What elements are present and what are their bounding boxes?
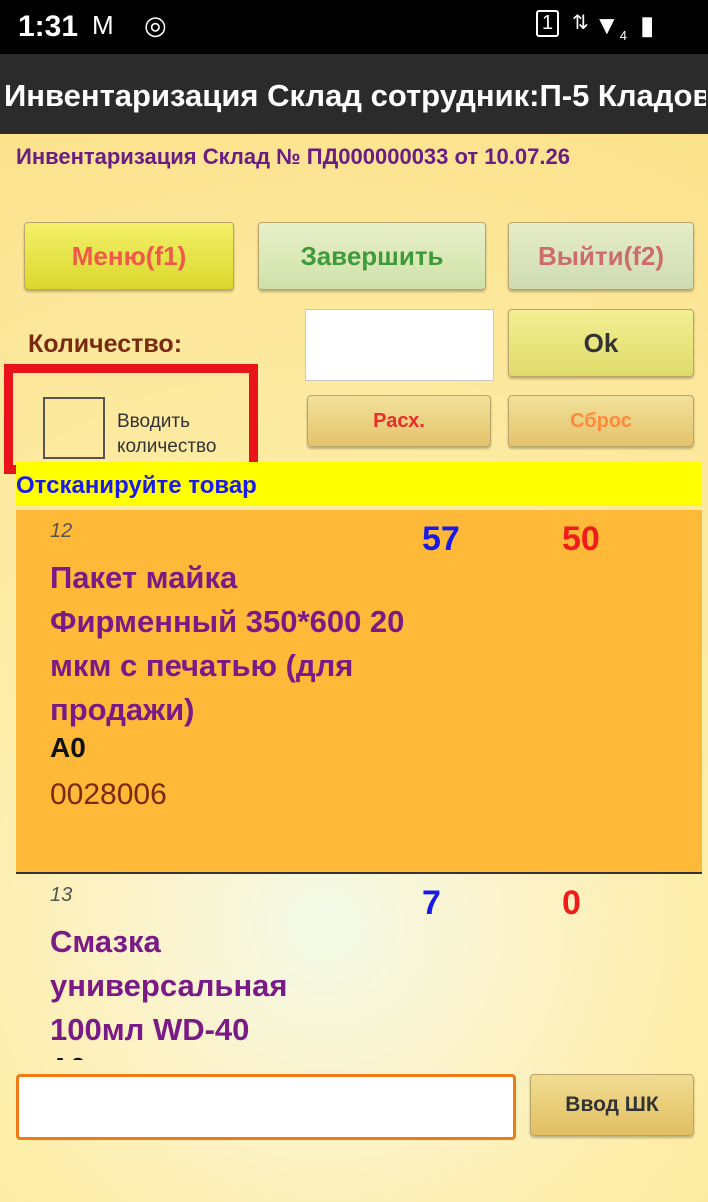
list-item[interactable]: 13 7 0 Смазка универсальная 100мл WD-40 … xyxy=(16,872,702,1060)
item-cell: А0 xyxy=(50,732,86,763)
ok-button[interactable]: Ok xyxy=(508,309,694,377)
finish-button[interactable]: Завершить xyxy=(258,222,486,290)
gmail-icon: M xyxy=(92,10,114,40)
item-name: Смазка универсальная 100мл WD-40 xyxy=(50,924,288,1047)
wifi-badge: 4 xyxy=(619,28,627,44)
exit-button[interactable]: Выйти(f2) xyxy=(508,222,694,290)
battery-icon: ▮ xyxy=(640,10,655,40)
item-name: Пакет майка Фирменный 350*600 20 мкм с п… xyxy=(50,560,405,727)
item-qty-plan: 7 xyxy=(422,884,441,922)
data-arrows-icon: ⇅ xyxy=(572,12,589,34)
status-time: 1:31 xyxy=(18,10,79,43)
item-number: 12 xyxy=(50,520,73,542)
reset-button[interactable]: Сброс xyxy=(508,395,694,447)
wifi-icon: ▼4 xyxy=(594,10,627,44)
highlight-frame: Вводить количество xyxy=(4,364,258,474)
sim-1-icon: 1 xyxy=(536,10,560,37)
sim-label: 1 xyxy=(542,12,554,34)
enter-quantity-label-line1: Вводить xyxy=(117,411,191,432)
item-list[interactable]: 12 57 50 Пакет майка Фирменный 350*600 2… xyxy=(16,510,702,1060)
expense-button[interactable]: Расх. xyxy=(307,395,491,447)
status-bar: 1:31 M ◎ 1 ⇅ ▼4 ▮ xyxy=(0,0,708,54)
item-qty-fact: 0 xyxy=(562,884,581,922)
item-article: 0028006 xyxy=(50,778,167,811)
sync-icon: ◎ xyxy=(144,10,167,40)
main-content: Инвентаризация Склад № ПД000000033 от 10… xyxy=(0,134,708,1202)
document-title: Инвентаризация Склад № ПД000000033 от 10… xyxy=(16,144,570,169)
barcode-input[interactable] xyxy=(16,1074,516,1140)
item-qty-plan: 57 xyxy=(422,520,460,558)
list-item[interactable]: 12 57 50 Пакет майка Фирменный 350*600 2… xyxy=(16,510,702,872)
enter-barcode-button[interactable]: Ввод ШК xyxy=(530,1074,694,1136)
quantity-label: Количество: xyxy=(28,330,183,358)
item-qty-fact: 50 xyxy=(562,520,600,558)
app-bar: Инвентаризация Склад сотрудник:П-5 Кладо… xyxy=(0,54,708,134)
menu-button[interactable]: Меню(f1) xyxy=(24,222,234,290)
enter-quantity-label-line2: количество xyxy=(117,436,217,457)
enter-quantity-checkbox[interactable] xyxy=(43,397,105,459)
enter-quantity-label[interactable]: Вводить количество xyxy=(117,409,217,459)
item-cell: А0 xyxy=(50,1052,86,1060)
app-title: Инвентаризация Склад сотрудник:П-5 Кладо… xyxy=(4,78,706,113)
item-number: 13 xyxy=(50,884,73,906)
scan-prompt-bar: Отсканируйте товар xyxy=(16,462,702,506)
scan-prompt: Отсканируйте товар xyxy=(16,472,257,499)
quantity-input[interactable] xyxy=(305,309,494,381)
